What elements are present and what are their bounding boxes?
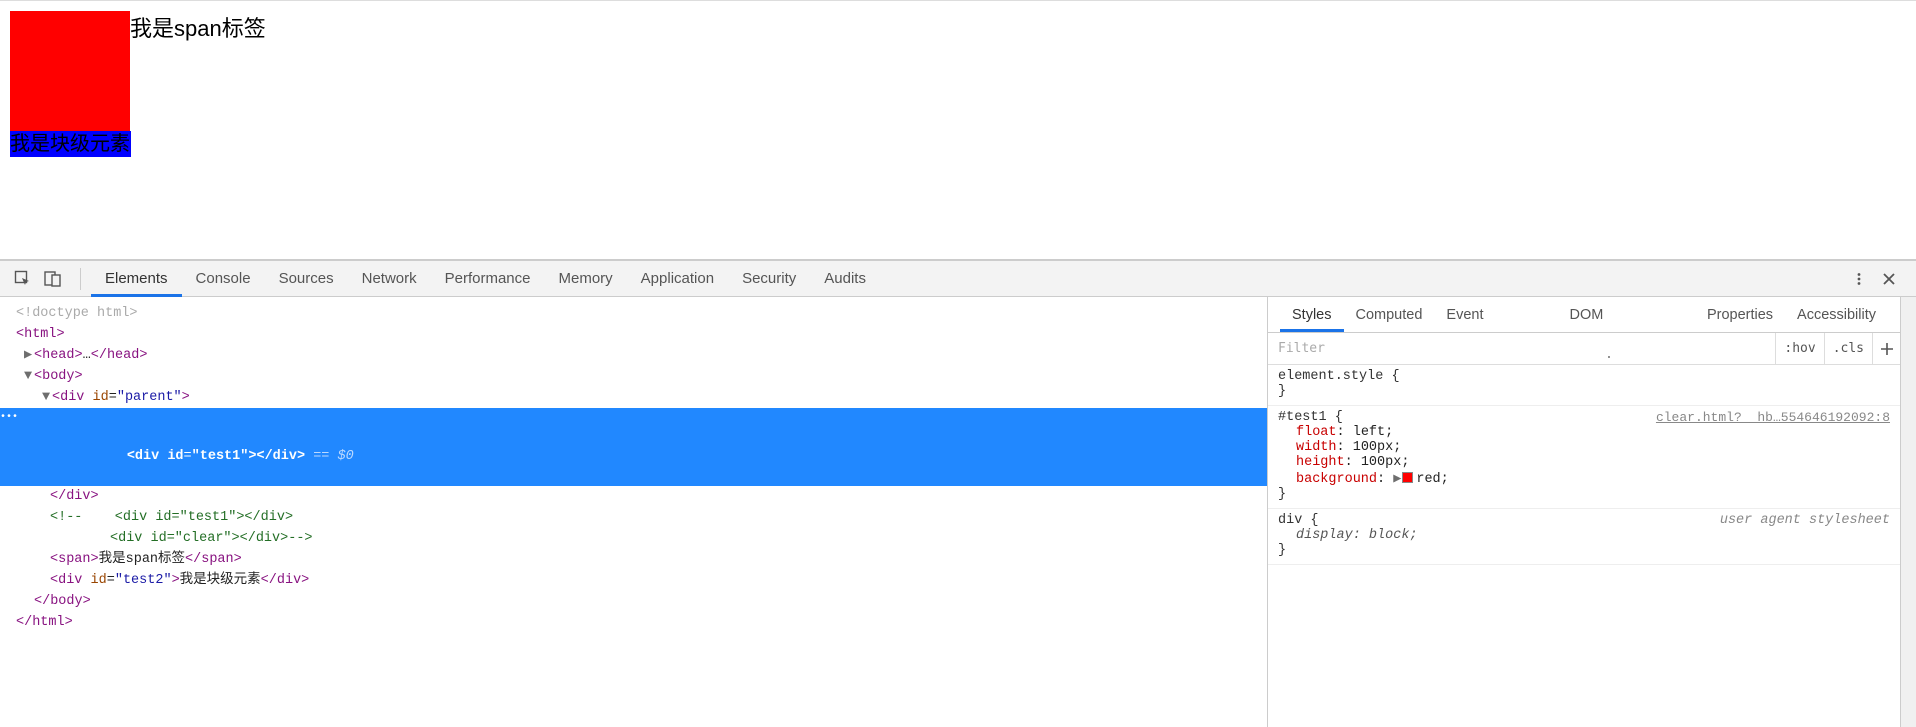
tabbar-divider	[80, 268, 81, 290]
dom-head[interactable]: ▶<head>…</head>	[0, 345, 1267, 366]
dom-body-open[interactable]: ▼<body>	[0, 366, 1267, 387]
tab-security[interactable]: Security	[728, 261, 810, 297]
styles-filter-row: :hov .cls	[1268, 333, 1900, 365]
test2-blue-box: 我是块级元素	[10, 131, 131, 157]
dom-span[interactable]: <span>我是span标签</span>	[0, 549, 1267, 570]
tab-memory[interactable]: Memory	[545, 261, 627, 297]
rule-test1[interactable]: clear.html?__hb…554646192092:8 #test1 { …	[1268, 406, 1900, 509]
inspect-icon[interactable]	[10, 266, 36, 292]
dom-body-close[interactable]: </body>	[0, 591, 1267, 612]
dom-test1-selected[interactable]: ••• <div id="test1"></div> == $0	[0, 408, 1267, 486]
dom-tree-panel[interactable]: <!doctype html> <html> ▶<head>…</head> ▼…	[0, 297, 1268, 727]
rule-element-style[interactable]: element.style { }	[1268, 365, 1900, 406]
device-toggle-icon[interactable]	[40, 266, 66, 292]
span-label: 我是span标签	[130, 16, 266, 41]
tab-audits[interactable]: Audits	[810, 261, 880, 297]
styles-panel: Styles Computed Event Listeners DOM Brea…	[1268, 297, 1900, 727]
styles-subtabs: Styles Computed Event Listeners DOM Brea…	[1268, 297, 1900, 333]
hov-toggle[interactable]: :hov	[1775, 333, 1823, 364]
dom-html-close[interactable]: </html>	[0, 612, 1267, 633]
devtools: Elements Console Sources Network Perform…	[0, 260, 1916, 727]
tab-sources[interactable]: Sources	[265, 261, 348, 297]
dom-comment-2[interactable]: <div id="clear"></div>-->	[0, 528, 1267, 549]
close-icon[interactable]	[1876, 266, 1902, 292]
rule-source-link[interactable]: clear.html?__hb…554646192092:8	[1656, 410, 1890, 425]
test1-red-box	[10, 11, 130, 131]
scrollbar[interactable]	[1900, 297, 1916, 727]
devtools-tabbar: Elements Console Sources Network Perform…	[0, 261, 1916, 297]
dom-comment[interactable]: <!-- <div id="test1"></div>	[0, 507, 1267, 528]
dom-parent-open[interactable]: ▼<div id="parent">	[0, 387, 1267, 408]
page-viewport: 我是span标签 我是块级元素	[0, 0, 1916, 260]
tab-performance[interactable]: Performance	[431, 261, 545, 297]
new-style-rule-icon[interactable]	[1872, 333, 1900, 364]
color-swatch-icon[interactable]	[1402, 472, 1413, 483]
subtab-computed[interactable]: Computed	[1344, 297, 1435, 332]
rule-div-ua[interactable]: user agent stylesheet div { display: blo…	[1268, 509, 1900, 565]
subtab-styles[interactable]: Styles	[1280, 297, 1344, 332]
devtools-panels: <!doctype html> <html> ▶<head>…</head> ▼…	[0, 297, 1916, 727]
devtools-tabs: Elements Console Sources Network Perform…	[91, 261, 880, 297]
tab-network[interactable]: Network	[348, 261, 431, 297]
dom-html-open[interactable]: <html>	[0, 324, 1267, 345]
subtab-dom-breakpoints[interactable]: DOM Breakpoints	[1558, 297, 1695, 332]
subtab-accessibility[interactable]: Accessibility	[1785, 297, 1888, 332]
kebab-menu-icon[interactable]	[1846, 266, 1872, 292]
styles-rules[interactable]: element.style { } clear.html?__hb…554646…	[1268, 365, 1900, 727]
dom-test2[interactable]: <div id="test2">我是块级元素</div>	[0, 570, 1267, 591]
dom-doctype[interactable]: <!doctype html>	[0, 303, 1267, 324]
tab-console[interactable]: Console	[182, 261, 265, 297]
subtab-event-listeners[interactable]: Event Listeners	[1434, 297, 1557, 332]
styles-filter-input[interactable]	[1268, 341, 1775, 356]
dom-parent-close[interactable]: </div>	[0, 486, 1267, 507]
ua-stylesheet-label: user agent stylesheet	[1720, 513, 1890, 528]
subtab-properties[interactable]: Properties	[1695, 297, 1785, 332]
tab-application[interactable]: Application	[627, 261, 728, 297]
cls-toggle[interactable]: .cls	[1824, 333, 1872, 364]
tab-elements[interactable]: Elements	[91, 261, 182, 297]
